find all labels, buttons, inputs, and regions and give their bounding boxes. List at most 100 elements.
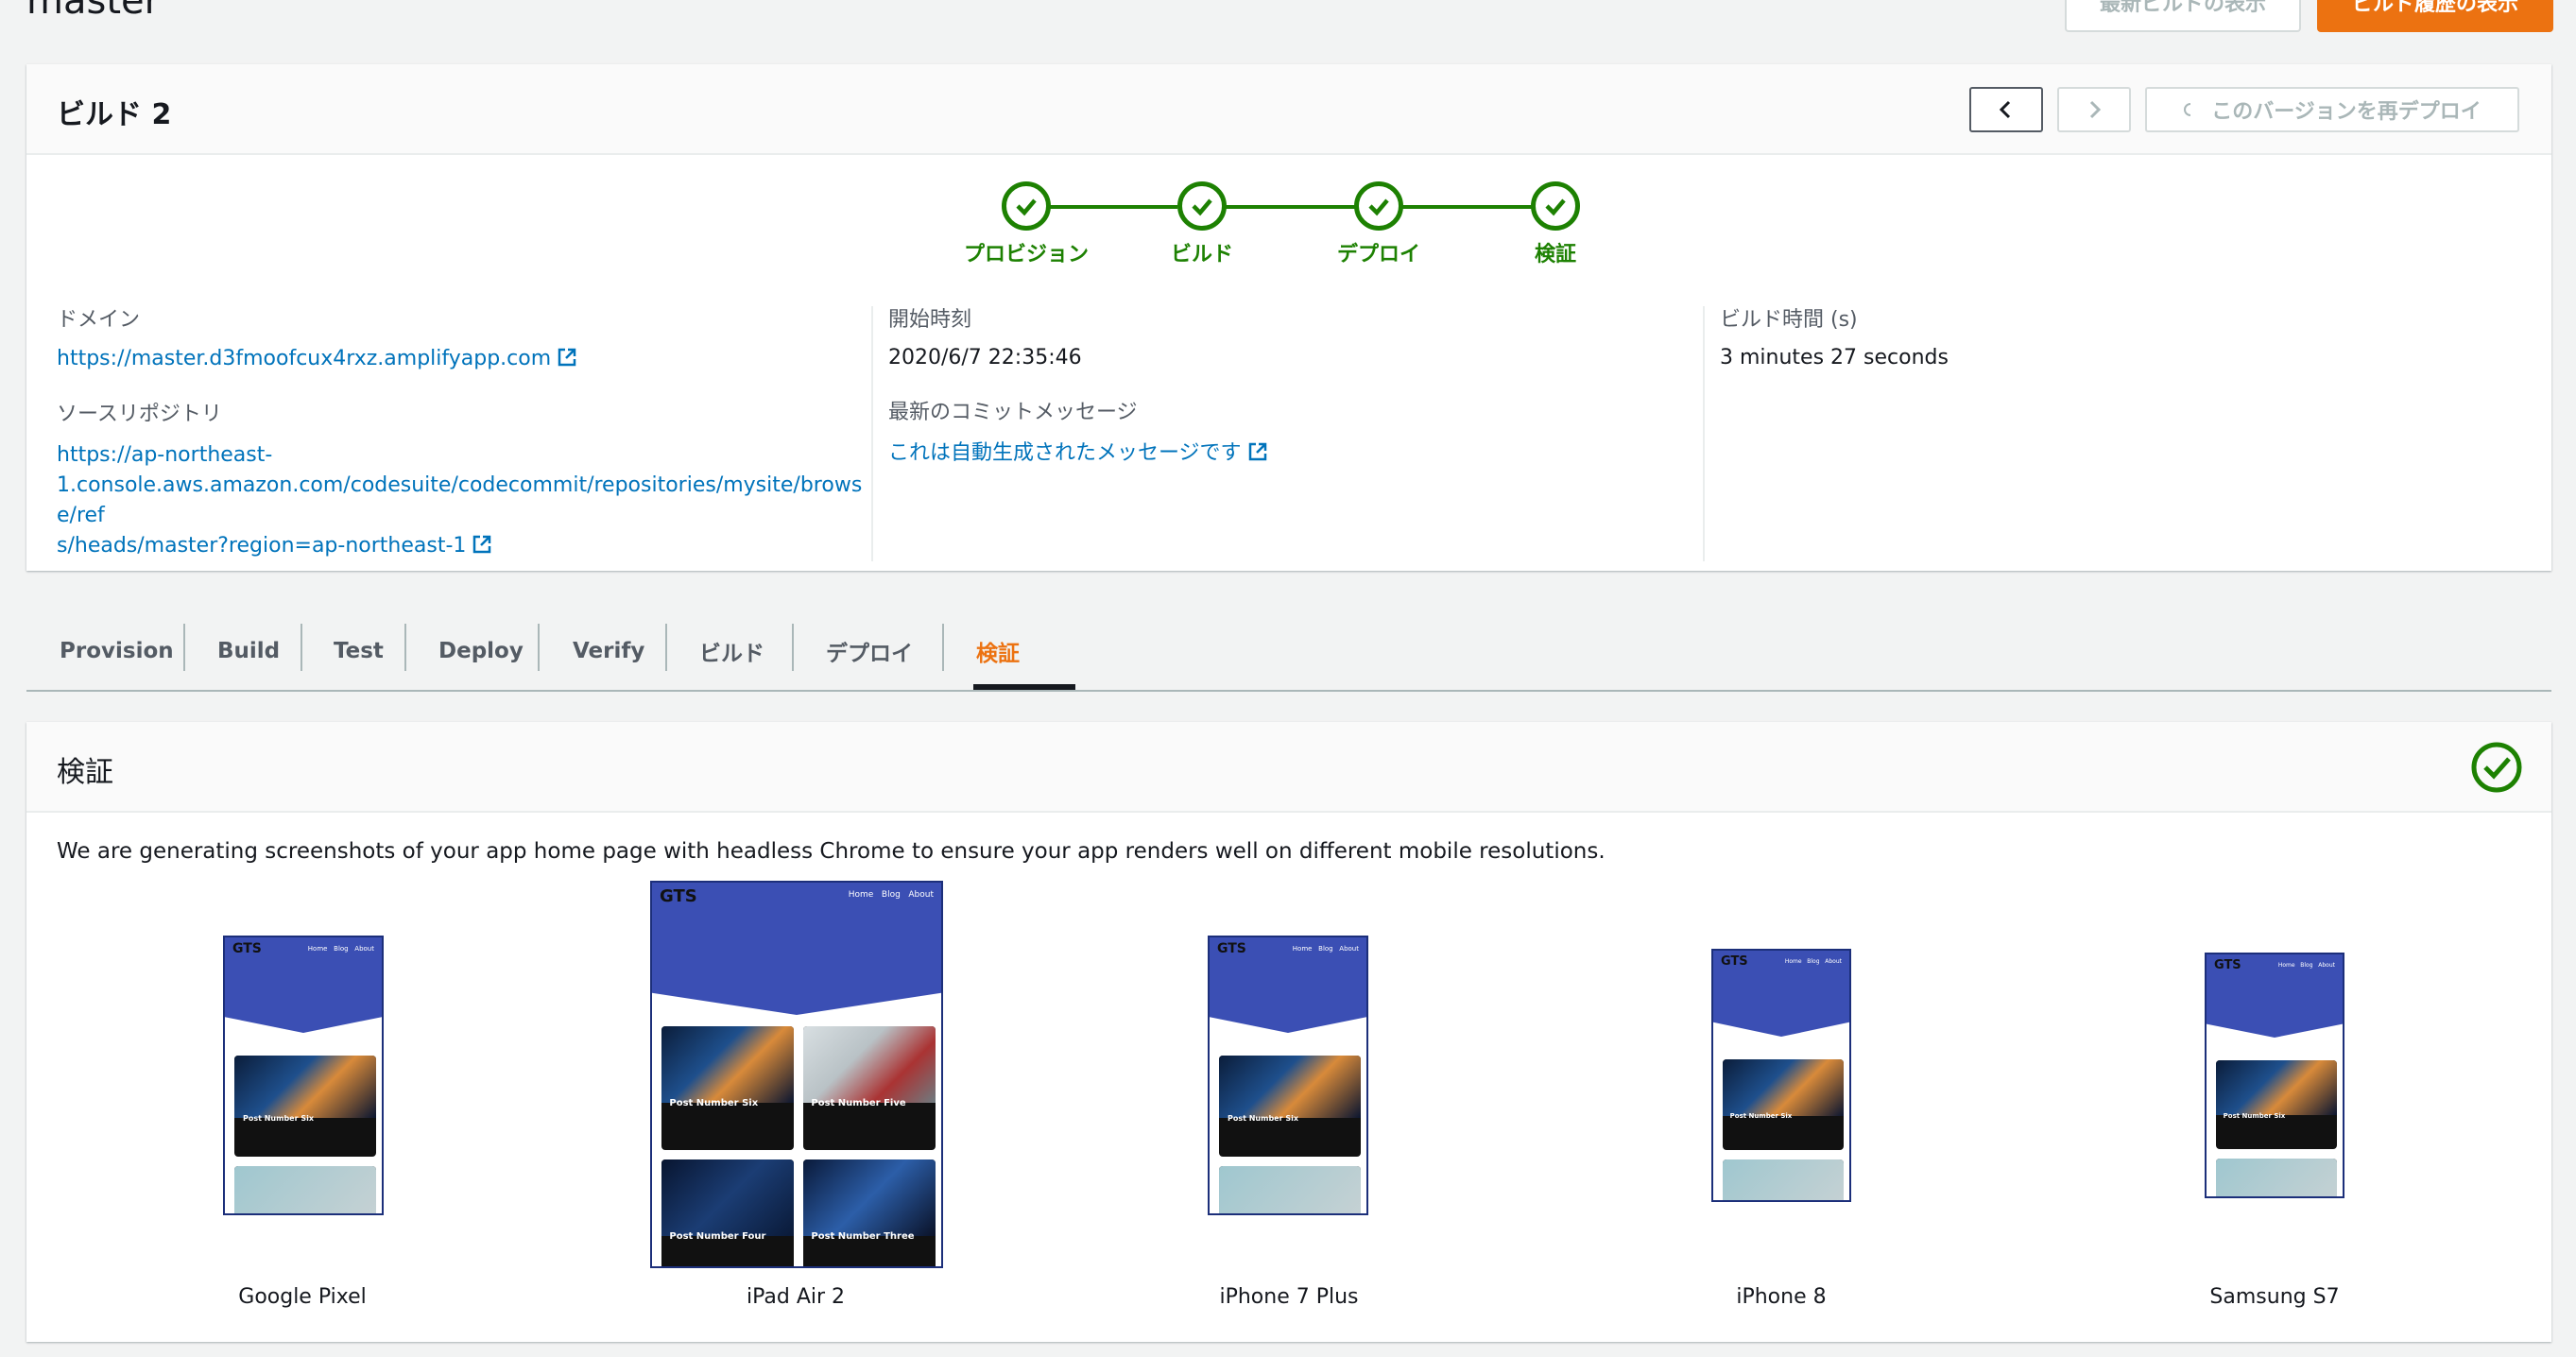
external-link-icon — [473, 535, 491, 554]
step-connector — [1049, 205, 1177, 209]
preview-post-title: Post Number Six — [669, 1097, 759, 1108]
device-name-iphone-7-plus: iPhone 7 Plus — [1219, 1285, 1359, 1309]
step-label-deploy: デプロイ — [1336, 243, 1420, 266]
preview-post-title: Post Number Six — [1228, 1114, 1299, 1124]
preview-post-image — [234, 1056, 376, 1119]
verify-title: 検証 — [57, 756, 113, 789]
preview-nav: Home Blog About — [1292, 945, 1359, 953]
preview-post-card — [1723, 1159, 1844, 1200]
preview-post-title: Post Number Three — [811, 1230, 915, 1242]
external-link-icon — [1248, 442, 1266, 461]
view-latest-build-button[interactable]: 最新ビルドの表示 — [2065, 0, 2301, 32]
tab-separator — [404, 624, 406, 671]
preview-post-card — [2216, 1159, 2337, 1196]
tab-provision[interactable]: Provision — [60, 612, 174, 690]
build-title: ビルド 2 — [57, 98, 172, 131]
tab-deploy-ja[interactable]: デプロイ — [826, 612, 913, 690]
device-screenshot-iphone-8: GTS Home Blog About Post Number Six — [1711, 949, 1851, 1202]
preview-post-image — [1723, 1059, 1844, 1116]
preview-post-card: Post Number Six — [2216, 1060, 2337, 1149]
preview-post-card: Post Number Three — [803, 1159, 936, 1266]
build-panel-header: ビルド 2 このバージョンを再デプロイ — [26, 64, 2551, 155]
domain-repo-column: ドメイン https://master.d3fmoofcux4rxz.ampli… — [57, 306, 879, 561]
tab-separator — [538, 624, 540, 671]
repo-link[interactable]: https://ap-northeast- 1.console.aws.amaz… — [57, 440, 879, 561]
step-verify-check-icon — [1531, 181, 1580, 231]
commit-message[interactable]: これは自動生成されたメッセージです — [888, 441, 1242, 465]
duration-value: 3 minutes 27 seconds — [1720, 346, 1949, 369]
step-provision-check-icon — [1002, 181, 1051, 231]
preview-post-card: Post Number Six — [1723, 1059, 1844, 1150]
verify-description: We are generating screenshots of your ap… — [57, 839, 1606, 864]
preview-nav: Home Blog About — [307, 945, 374, 953]
preview-post-image — [234, 1166, 376, 1213]
tab-build[interactable]: Build — [217, 612, 280, 690]
chevron-left-icon — [1999, 100, 2011, 119]
preview-logo: GTS — [1721, 954, 1748, 969]
repo-label: ソースリポジトリ — [57, 403, 222, 426]
preview-nav: Home Blog About — [848, 890, 934, 900]
preview-post-card — [234, 1166, 376, 1213]
device-screenshot-iphone-7-plus: GTS Home Blog About Post Number Six — [1208, 936, 1368, 1215]
device-screenshot-google-pixel: GTS Home Blog About Post Number Six — [223, 936, 384, 1215]
tab-separator — [665, 624, 667, 671]
tab-separator — [183, 624, 185, 671]
commit-label: 最新のコミットメッセージ — [888, 401, 1138, 424]
preview-post-card: Post Number Four — [661, 1159, 794, 1266]
domain-url[interactable]: https://master.d3fmoofcux4rxz.amplifyapp… — [57, 347, 551, 370]
tab-deploy[interactable]: Deploy — [438, 612, 524, 690]
repo-url-line[interactable]: s/heads/master?region=ap-northeast-1 — [57, 534, 466, 558]
preview-post-image — [1219, 1166, 1361, 1213]
repo-url-line[interactable]: 1.console.aws.amazon.com/codesuite/codec… — [57, 471, 879, 531]
preview-hero-wedge — [1713, 1019, 1849, 1037]
preview-post-image — [2216, 1159, 2337, 1196]
build-phase-tabs: Provision Build Test Deploy Verify ビルド デ… — [26, 612, 2551, 692]
commit-link[interactable]: これは自動生成されたメッセージです — [888, 438, 1701, 469]
preview-hero-wedge — [2207, 1021, 2343, 1038]
device-name-ipad-air-2: iPad Air 2 — [746, 1285, 846, 1309]
preview-post-card: Post Number Six — [234, 1056, 376, 1157]
preview-hero-wedge — [225, 1013, 382, 1033]
preview-post-image — [1219, 1056, 1361, 1119]
domain-link[interactable]: https://master.d3fmoofcux4rxz.amplifyapp… — [57, 344, 879, 374]
external-link-icon — [558, 348, 576, 367]
verify-panel-header: 検証 — [26, 722, 2551, 813]
device-screenshot-samsung-s7: GTS Home Blog About Post Number Six — [2205, 953, 2344, 1198]
preview-nav: Home Blog About — [1784, 958, 1842, 965]
domain-label: ドメイン — [57, 308, 141, 332]
preview-post-title: Post Number Six — [243, 1114, 315, 1124]
duration-column: ビルド時間 (s) 3 minutes 27 seconds — [1720, 306, 2533, 561]
column-divider — [1703, 306, 1705, 561]
previous-build-button[interactable] — [1969, 87, 2043, 132]
page-title: master — [26, 0, 161, 23]
success-check-icon — [2471, 742, 2522, 793]
tab-test[interactable]: Test — [334, 612, 384, 690]
preview-post-card: Post Number Six — [661, 1026, 794, 1150]
preview-post-card: Post Number Six — [1219, 1056, 1361, 1157]
device-name-samsung-s7: Samsung S7 — [2209, 1285, 2340, 1309]
column-divider — [871, 306, 873, 561]
next-build-button[interactable] — [2057, 87, 2131, 132]
preview-post-image — [661, 1159, 794, 1237]
tab-build-ja[interactable]: ビルド — [699, 612, 764, 690]
preview-logo: GTS — [660, 886, 697, 906]
step-label-build: ビルド — [1170, 243, 1233, 266]
preview-post-image — [1723, 1159, 1844, 1200]
step-deploy-check-icon — [1354, 181, 1403, 231]
redeploy-button[interactable]: このバージョンを再デプロイ — [2145, 87, 2519, 132]
preview-post-card: Post Number Five — [803, 1026, 936, 1150]
tab-verify-ja[interactable]: 検証 — [976, 612, 1020, 690]
build-panel: ビルド 2 このバージョンを再デプロイ プロビジョン ビルド デプロイ 検証 ド… — [26, 64, 2551, 571]
device-name-google-pixel: Google Pixel — [238, 1285, 367, 1309]
tab-separator — [301, 624, 302, 671]
step-connector — [1225, 205, 1355, 209]
view-build-history-button[interactable]: ビルド履歴の表示 — [2317, 0, 2553, 32]
preview-post-title: Post Number Six — [1729, 1111, 1793, 1120]
active-tab-indicator — [973, 684, 1075, 690]
preview-post-title: Post Number Five — [811, 1097, 906, 1108]
preview-post-title: Post Number Four — [669, 1230, 766, 1242]
tab-verify[interactable]: Verify — [573, 612, 644, 690]
preview-post-image — [803, 1159, 936, 1237]
repo-url-line[interactable]: https://ap-northeast- — [57, 440, 879, 471]
step-label-verify: 検証 — [1534, 243, 1576, 266]
